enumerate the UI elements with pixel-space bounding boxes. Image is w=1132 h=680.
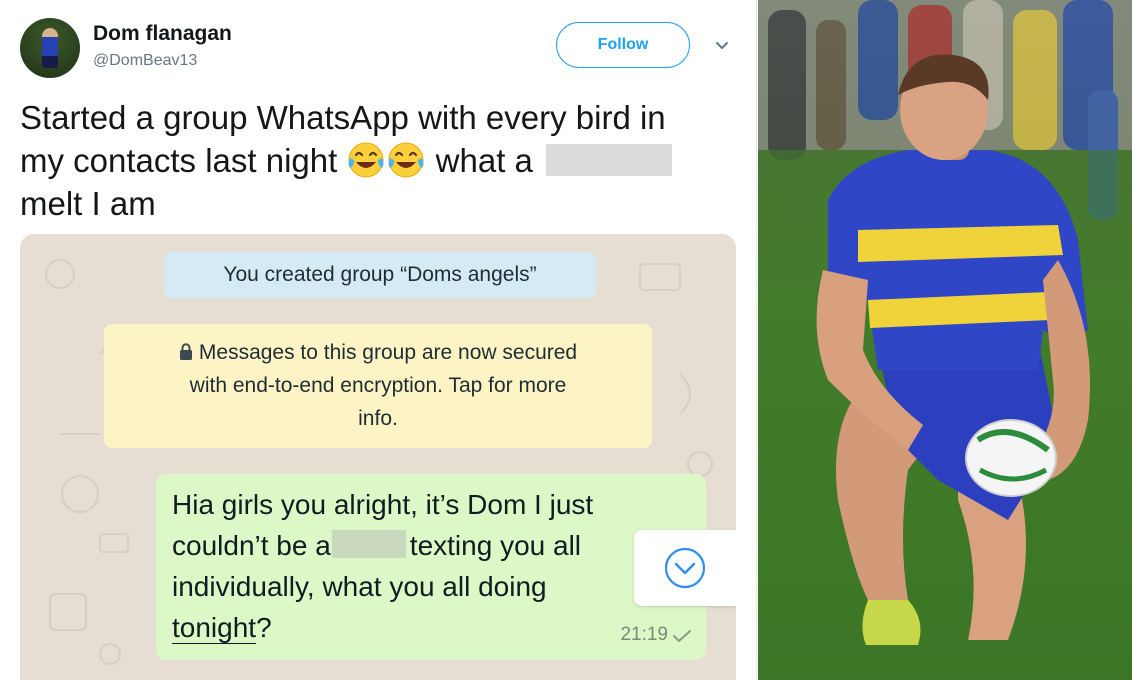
avatar[interactable] <box>20 18 80 78</box>
message-line: tonight? <box>172 607 690 648</box>
redaction-bar <box>546 144 673 176</box>
outgoing-message-bubble[interactable]: Hia girls you alright, it’s Dom I just c… <box>156 474 706 660</box>
redaction-bar <box>331 530 406 558</box>
author-handle[interactable]: @DomBeav13 <box>93 52 197 70</box>
face-with-tears-of-joy-icon <box>348 142 384 178</box>
message-link[interactable]: tonight <box>172 612 257 644</box>
message-segment: ? <box>256 612 272 643</box>
message-line: individually, what you all doing <box>172 571 547 602</box>
lock-icon <box>179 343 192 360</box>
message-text: Hia girls you alright, it’s Dom I just c… <box>172 484 690 648</box>
message-segment: couldn’t be a <box>172 530 331 561</box>
whatsapp-screenshot: You created group “Doms angels” Messages… <box>20 234 736 680</box>
group-created-notice[interactable]: You created group “Doms angels” <box>164 252 596 298</box>
tweet-card: Dom flanagan @DomBeav13 Follow Started a… <box>0 0 757 680</box>
scroll-to-bottom-button[interactable] <box>634 530 736 606</box>
message-line: Hia girls you alright, it’s Dom I just <box>172 489 594 520</box>
message-line: couldn’t be a texting you all <box>172 525 690 566</box>
message-timestamp: 21:19 <box>620 624 668 645</box>
player-photo <box>758 0 1132 680</box>
encryption-notice[interactable]: Messages to this group are now secured w… <box>104 324 652 448</box>
tweet-line: Started a group WhatsApp with every bird… <box>20 99 666 136</box>
face-with-tears-of-joy-icon <box>388 142 424 178</box>
chevron-down-icon[interactable] <box>712 36 732 56</box>
rugby-player-illustration <box>758 0 1132 680</box>
encryption-notice-line: Messages to this group are now secured <box>122 336 634 369</box>
tweet-line-segment: what a <box>435 142 533 179</box>
tweet-line-segment: my contacts last night <box>20 142 338 179</box>
author-name[interactable]: Dom flanagan <box>93 22 232 46</box>
tweet-line: melt I am <box>20 185 156 222</box>
message-segment: texting you all <box>409 530 582 561</box>
follow-button[interactable]: Follow <box>556 22 690 68</box>
encryption-text: Messages to this group are now secured <box>198 341 578 364</box>
tweet-line: my contacts last night what a <box>20 139 735 182</box>
chevron-down-circle-icon <box>664 547 706 589</box>
encryption-notice-line: with end-to-end encryption. Tap for more <box>189 374 567 397</box>
check-icon <box>673 630 691 642</box>
tweet-text: Started a group WhatsApp with every bird… <box>20 96 735 225</box>
encryption-notice-line: info. <box>358 407 398 430</box>
